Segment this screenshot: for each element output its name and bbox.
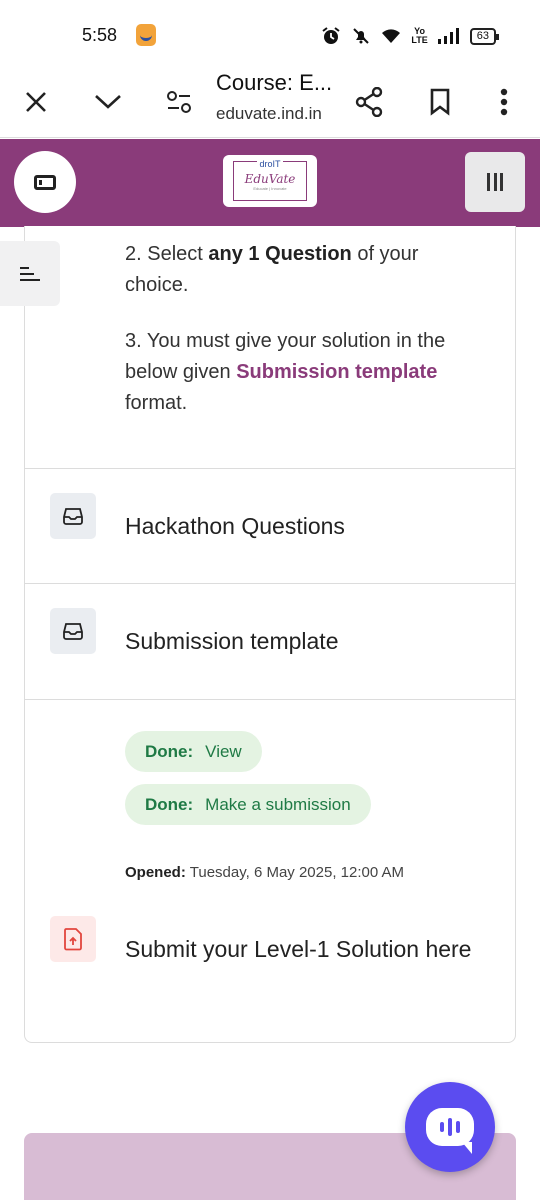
site-logo[interactable]: droIT EduVate Educate | Innovate	[223, 155, 317, 207]
course-index-toggle[interactable]	[0, 241, 60, 306]
step3-suffix: format.	[125, 392, 188, 414]
step2-bold: any 1 Question	[208, 243, 352, 265]
status-bar: 5:58 Yo LTE 63	[0, 0, 540, 66]
bookmark-button[interactable]	[418, 80, 462, 124]
logo-tagline: Educate | Innovate	[253, 185, 287, 191]
signal-icon	[437, 28, 459, 44]
opened-label: Opened:	[125, 864, 186, 881]
status-time: 5:58	[82, 25, 118, 45]
instruction-step-3: 3. You must give your solution in the be…	[125, 326, 485, 419]
submission-template-link[interactable]: Submission template	[236, 361, 437, 383]
done-value: Make a submission	[205, 794, 351, 814]
share-icon	[355, 87, 383, 117]
done-label: Done:	[145, 794, 194, 814]
activity-link-submission-template[interactable]: Submission template	[125, 623, 339, 659]
share-button[interactable]	[347, 80, 391, 124]
completion-badge-view: Done: View	[125, 731, 262, 772]
logo-main-text: EduVate	[244, 171, 296, 186]
logo-frame: droIT EduVate Educate | Innovate	[233, 159, 307, 201]
step2-prefix: 2. Select	[125, 243, 209, 265]
wifi-icon	[382, 29, 401, 43]
network-lte-indicator: Yo LTE	[411, 27, 427, 45]
tune-icon	[167, 91, 191, 113]
browser-toolbar: Course: E... eduvate.ind.in	[0, 66, 540, 138]
divider	[25, 583, 515, 584]
url-host[interactable]: eduvate.ind.in	[216, 104, 322, 124]
site-header: droIT EduVate Educate | Innovate	[0, 139, 540, 227]
menu-icon	[487, 173, 503, 191]
close-icon	[26, 92, 46, 112]
lte-bottom: LTE	[411, 35, 428, 45]
battery-indicator: 63	[469, 27, 500, 45]
done-value: View	[205, 741, 242, 761]
site-settings-button[interactable]	[157, 80, 201, 124]
main-menu-button[interactable]	[465, 152, 525, 212]
chat-icon	[426, 1108, 474, 1154]
folder-icon	[50, 608, 96, 654]
more-options-button[interactable]	[482, 80, 526, 124]
toggle-sidebar-button[interactable]	[14, 151, 76, 213]
sidebar-toggle-icon	[34, 174, 56, 190]
more-vert-icon	[500, 88, 508, 116]
bookmark-icon	[430, 88, 450, 116]
minimize-button[interactable]	[86, 80, 130, 124]
list-icon	[20, 266, 40, 281]
chevron-down-icon	[95, 95, 121, 109]
course-section-card: 2. Select any 1 Question of your choice.…	[24, 226, 516, 1043]
divider	[25, 699, 515, 700]
chat-button[interactable]	[405, 1082, 495, 1172]
activity-link-submit-solution[interactable]: Submit your Level-1 Solution here	[125, 931, 485, 967]
activity-link-hackathon-questions[interactable]: Hackathon Questions	[125, 508, 345, 544]
folder-icon	[50, 493, 96, 539]
close-tab-button[interactable]	[14, 80, 58, 124]
assignment-upload-icon	[50, 916, 96, 962]
opened-value: Tuesday, 6 May 2025, 12:00 AM	[189, 864, 405, 881]
status-icons: Yo LTE 63	[321, 26, 500, 46]
done-label: Done:	[145, 741, 194, 761]
page-title[interactable]: Course: E...	[216, 70, 332, 96]
opened-date: Opened: Tuesday, 6 May 2025, 12:00 AM	[125, 864, 404, 881]
logo-top-text: droIT	[257, 159, 283, 169]
alarm-icon	[322, 27, 341, 44]
instruction-step-2: 2. Select any 1 Question of your choice.	[125, 239, 485, 301]
notification-app-icon	[136, 24, 156, 46]
completion-badge-submission: Done: Make a submission	[125, 784, 371, 825]
divider	[25, 468, 515, 469]
mute-bell-icon	[353, 28, 370, 44]
